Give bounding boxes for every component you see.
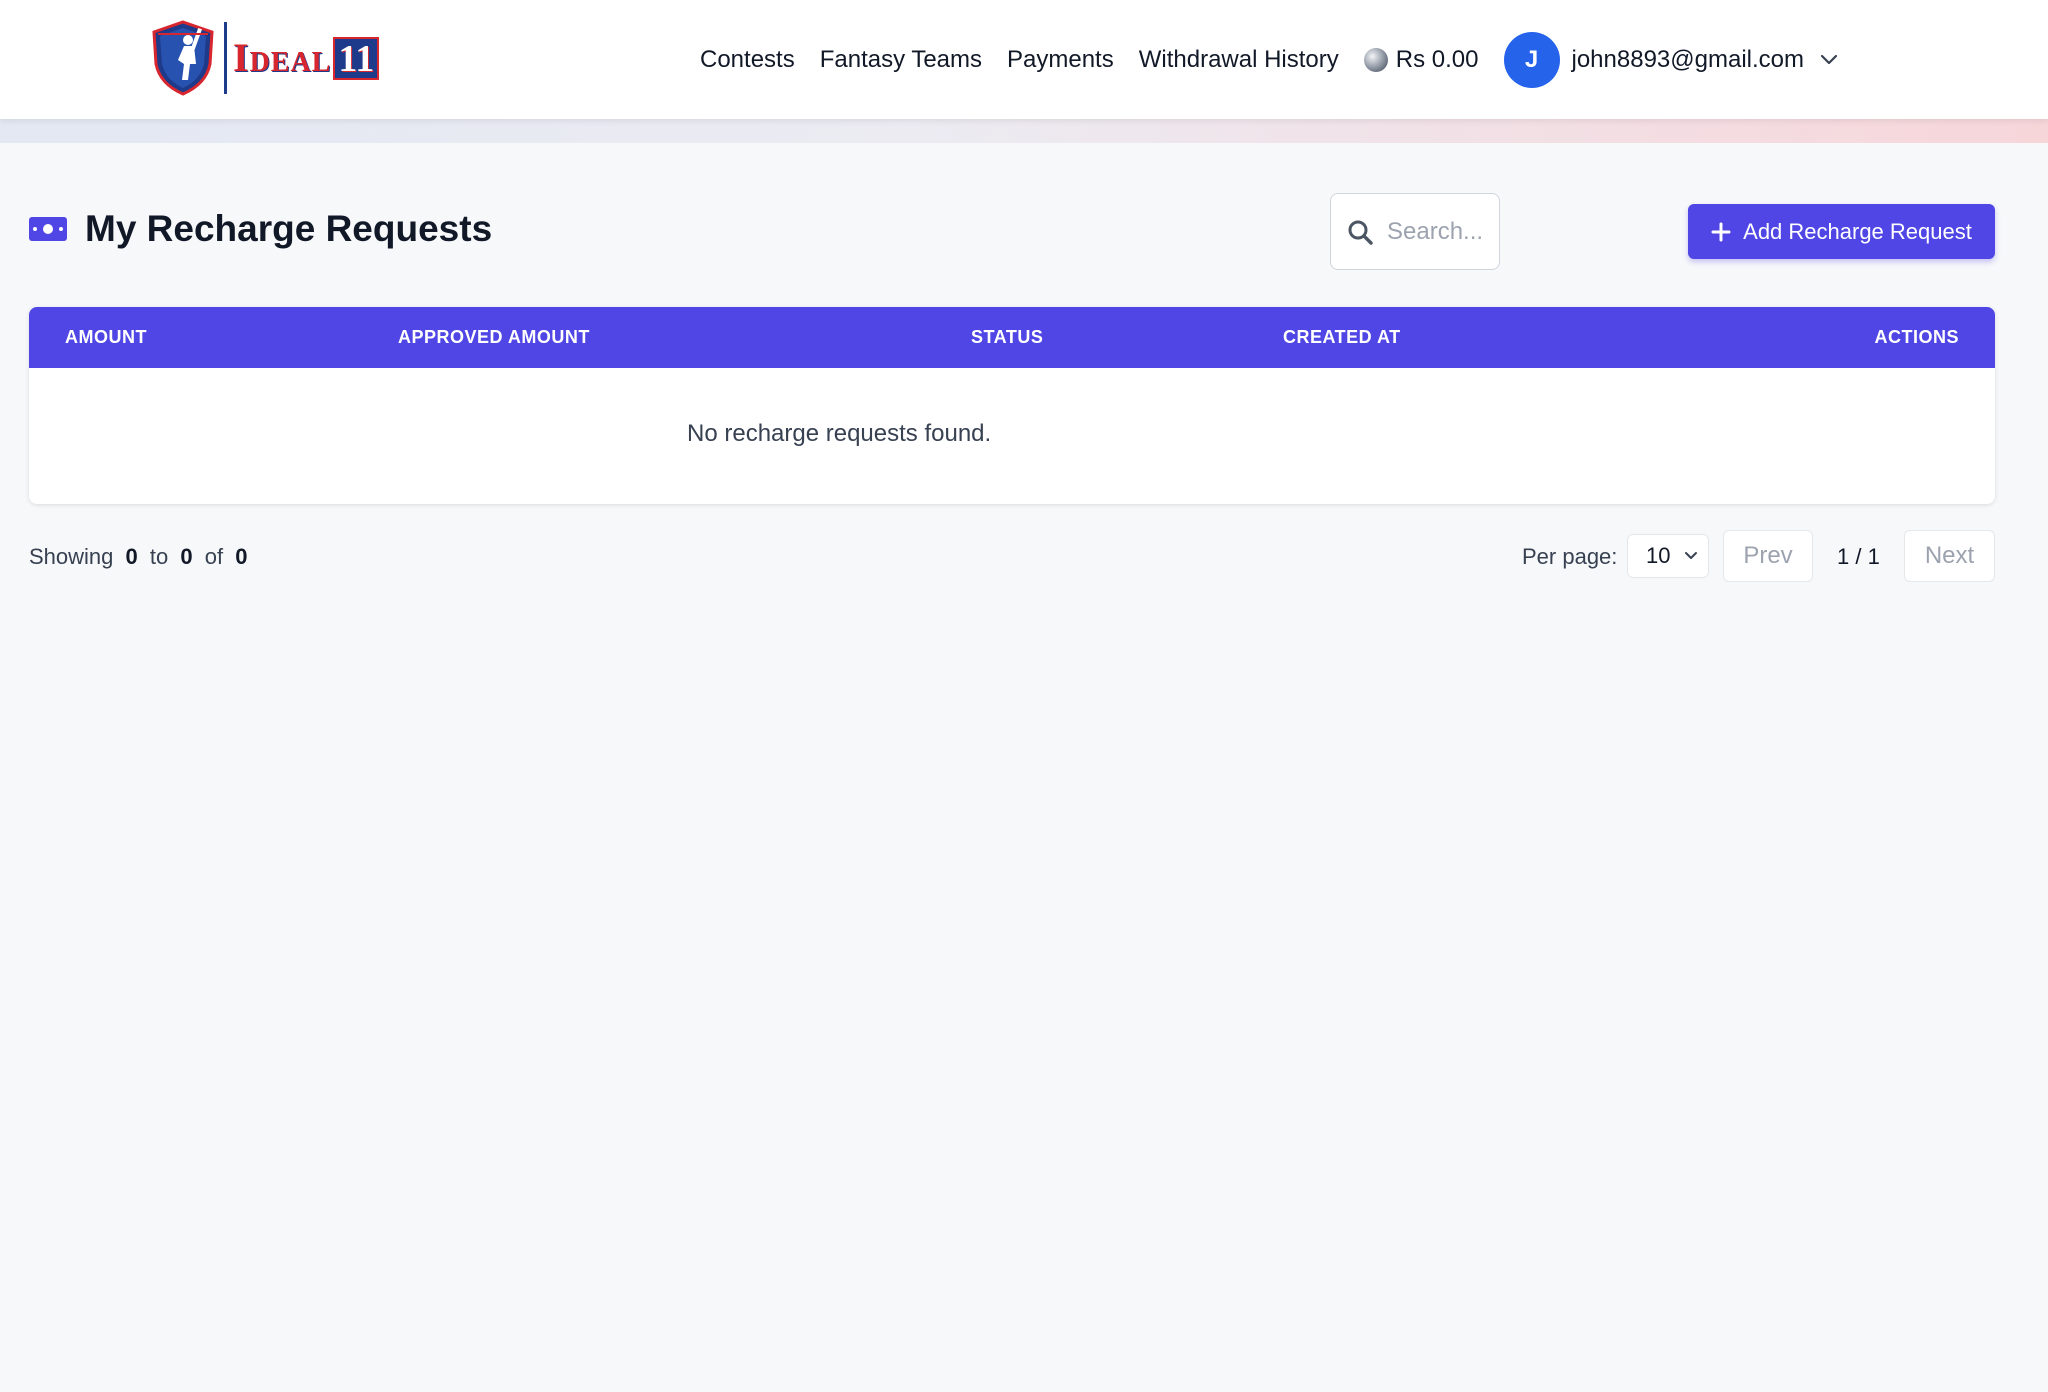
search-box[interactable] [1330, 193, 1500, 270]
plus-icon [1711, 222, 1731, 241]
showing-summary: Showing 0 to 0 of 0 [29, 544, 253, 570]
balance-amount: Rs 0.00 [1395, 45, 1479, 73]
table-body: No recharge requests found. [29, 368, 1995, 504]
nav-withdrawal-history[interactable]: Withdrawal History [1139, 46, 1339, 74]
showing-from: 0 [125, 544, 138, 569]
column-header-amount: AMOUNT [65, 327, 147, 347]
user-email: john8893@gmail.com [1571, 45, 1805, 73]
per-page-value: 10 [1646, 543, 1671, 568]
column-header-actions: ACTIONS [1874, 327, 1959, 347]
empty-state-message: No recharge requests found. [687, 420, 992, 447]
add-button-label: Add Recharge Request [1743, 218, 1972, 244]
next-page-button[interactable]: Next [1904, 530, 1995, 582]
nav-fantasy-teams[interactable]: Fantasy Teams [820, 46, 982, 74]
chevron-down-icon[interactable] [1820, 54, 1838, 66]
brand-word: Ideal [233, 35, 332, 80]
top-navbar: Ideal 11 Contests Fantasy Teams Payments… [0, 0, 2048, 119]
per-page-label: Per page: [1522, 544, 1618, 569]
brand-logo[interactable]: Ideal 11 [150, 20, 380, 96]
column-header-status: STATUS [971, 327, 1044, 347]
page-header: My Recharge Requests Add Recharge Reques… [29, 190, 1995, 274]
column-header-approved-amount: APPROVED AMOUNT [398, 327, 590, 347]
coin-icon [1363, 47, 1388, 72]
recharge-requests-table: AMOUNT APPROVED AMOUNT STATUS CREATED AT… [29, 307, 1995, 504]
showing-to-label: to [149, 544, 169, 569]
showing-to: 0 [180, 544, 193, 569]
brand-divider [224, 22, 227, 94]
search-icon [1348, 220, 1373, 245]
nav-payments[interactable]: Payments [1007, 46, 1114, 74]
showing-label: Showing [29, 544, 114, 569]
cricket-shield-logo-icon [152, 20, 214, 96]
showing-of-label: of [204, 544, 224, 569]
title-wrap: My Recharge Requests [29, 208, 492, 250]
wallet-balance[interactable]: Rs 0.00 [1363, 45, 1479, 74]
showing-total: 0 [235, 544, 248, 569]
money-bill-icon [29, 217, 67, 241]
pagination-bar: Showing 0 to 0 of 0 Per page: 10 Prev 1 … [29, 530, 1995, 582]
add-recharge-request-button[interactable]: Add Recharge Request [1688, 204, 1995, 259]
search-input[interactable] [1387, 217, 1487, 246]
prev-page-button[interactable]: Prev [1723, 530, 1813, 582]
brand-number: 11 [333, 36, 380, 80]
header-accent-strip [0, 119, 2048, 143]
chevron-down-icon [1685, 552, 1697, 559]
per-page-select[interactable]: 10 [1627, 534, 1709, 578]
nav-contests[interactable]: Contests [700, 46, 795, 74]
main-nav: Contests Fantasy Teams Payments Withdraw… [700, 0, 1838, 119]
table-header: AMOUNT APPROVED AMOUNT STATUS CREATED AT… [29, 307, 1995, 368]
avatar: J [1503, 31, 1560, 88]
user-menu[interactable]: J john8893@gmail.com [1503, 31, 1839, 88]
page-indicator: 1 / 1 [1837, 544, 1880, 569]
column-header-created-at: CREATED AT [1283, 327, 1401, 347]
brand-wordmark: Ideal 11 [233, 35, 380, 80]
page-title: My Recharge Requests [85, 208, 493, 249]
